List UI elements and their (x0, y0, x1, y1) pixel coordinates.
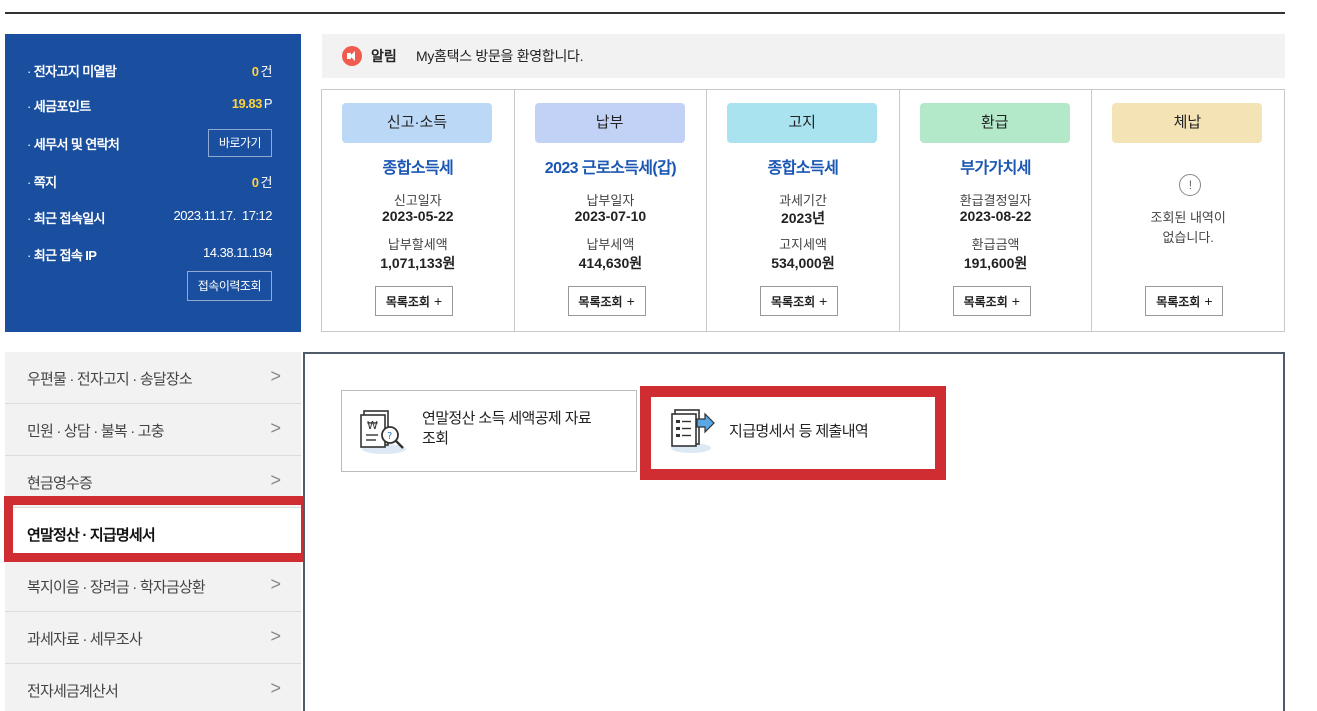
card-report: 신고·소득 종합소득세 신고일자 2023-05-22 납부할세액 1,071,… (322, 90, 515, 331)
info-memo-value: 0 (251, 175, 259, 190)
notice-title: 알림 (371, 48, 397, 64)
content-panel: ₩ ? 연말정산 소득 세액공제 자료 조회 지급명세서 등 제출내역 (303, 352, 1285, 711)
plus-icon: + (1204, 293, 1213, 309)
summary-cards: 신고·소득 종합소득세 신고일자 2023-05-22 납부할세액 1,071,… (321, 89, 1285, 332)
info-unread-label: 전자고지 미열람 (27, 61, 117, 80)
top-divider (5, 12, 1285, 14)
notice-text: My홈택스 방문을 환영합니다. (416, 48, 584, 64)
alert-icon: ! (1179, 174, 1202, 196)
menu-item-welfare[interactable]: 복지이음 · 장려금 · 학자금상환 > (5, 560, 301, 612)
svg-text:₩: ₩ (367, 419, 378, 432)
tile-payment-statement-history[interactable]: 지급명세서 등 제출내역 (657, 398, 937, 468)
document-send-icon (671, 409, 715, 453)
card-refund: 환급 부가가치세 환급결정일자 2023-08-22 환급금액 191,600원… (900, 90, 1093, 331)
menu-item-mail[interactable]: 우편물 · 전자고지 · 송달장소 > (5, 352, 301, 404)
card-tax-link[interactable]: 부가가치세 (900, 154, 1092, 178)
info-points-value: 19.83 (231, 96, 263, 111)
list-view-button[interactable]: 목록조회 + (567, 286, 646, 316)
chevron-right-icon: > (270, 366, 281, 386)
info-points-label: 세금포인트 (27, 96, 91, 115)
info-memo-label: 쪽지 (27, 172, 57, 191)
user-info-panel: 전자고지 미열람 0건 세금포인트 19.83P 세무서 및 연락처 바로가기 … (5, 34, 301, 332)
menu-item-cash-receipt[interactable]: 현금영수증 > (5, 456, 301, 508)
card-category: 체납 (1112, 103, 1263, 143)
info-last-ip-value: 14.38.11.194 (203, 245, 272, 260)
card-payment: 납부 2023 근로소득세(갑) 납부일자 2023-07-10 납부세액 41… (515, 90, 708, 331)
info-office-label: 세무서 및 연락처 (27, 134, 120, 153)
info-memo[interactable]: 쪽지 0건 (5, 168, 301, 192)
side-menu: 우편물 · 전자고지 · 송달장소 > 민원 · 상담 · 불복 · 고충 > … (5, 352, 301, 711)
chevron-right-icon: > (270, 626, 281, 646)
office-shortcut-button[interactable]: 바로가기 (207, 129, 272, 157)
info-last-login: 최근 접속일시 2023.11.17. 17:12 (5, 204, 301, 228)
chevron-right-icon: > (270, 470, 281, 490)
list-view-button[interactable]: 목록조회 + (1145, 286, 1224, 316)
menu-item-e-invoice[interactable]: 전자세금계산서 > (5, 664, 301, 711)
card-tax-link[interactable]: 종합소득세 (322, 154, 514, 178)
card-arrears: 체납 ! 조회된 내역이 없습니다. 목록조회 + (1092, 90, 1284, 331)
menu-item-civil[interactable]: 민원 · 상담 · 불복 · 고충 > (5, 404, 301, 456)
tile-label: 지급명세서 등 제출내역 (729, 423, 869, 440)
info-last-login-label: 최근 접속일시 (27, 208, 106, 227)
info-last-ip-label: 최근 접속 IP (27, 245, 97, 264)
card-category: 납부 (534, 103, 685, 143)
chevron-right-icon: > (270, 418, 281, 438)
menu-item-tax-data[interactable]: 과세자료 · 세무조사 > (5, 612, 301, 664)
plus-icon: + (626, 293, 635, 309)
info-last-login-value: 2023.11.17. 17:12 (173, 208, 273, 223)
card-notice: 고지 종합소득세 과세기간 2023년 고지세액 534,000원 목록조회 + (707, 90, 900, 331)
login-history-button[interactable]: 접속이력조회 (186, 271, 272, 301)
card-category: 환급 (919, 103, 1070, 143)
card-tax-link[interactable]: 종합소득세 (707, 154, 899, 178)
chevron-right-icon: > (270, 678, 281, 698)
tile-label: 연말정산 소득 세액공제 자료 조회 (422, 410, 592, 447)
megaphone-icon (342, 46, 362, 66)
tile-year-end-deduction[interactable]: ₩ ? 연말정산 소득 세액공제 자료 조회 (341, 390, 637, 472)
no-data-message: 조회된 내역이 없습니다. (1150, 210, 1226, 245)
info-last-ip: 최근 접속 IP 14.38.11.194 (5, 241, 301, 265)
plus-icon: + (819, 293, 828, 309)
notice-bar: 알림 My홈택스 방문을 환영합니다. (322, 34, 1285, 78)
info-points[interactable]: 세금포인트 19.83P (5, 92, 301, 116)
list-view-button[interactable]: 목록조회 + (952, 286, 1031, 316)
card-category: 신고·소득 (342, 103, 492, 143)
svg-text:?: ? (387, 431, 392, 442)
menu-item-year-end[interactable]: 연말정산 · 지급명세서 (5, 508, 301, 560)
receipt-search-icon: ₩ ? (360, 410, 406, 454)
info-unread[interactable]: 전자고지 미열람 0건 (5, 57, 301, 81)
card-category: 고지 (727, 103, 878, 143)
list-view-button[interactable]: 목록조회 + (375, 286, 453, 316)
info-unread-value: 0 (251, 64, 259, 79)
list-view-button[interactable]: 목록조회 + (760, 286, 839, 316)
chevron-right-icon: > (270, 574, 281, 594)
card-tax-link[interactable]: 2023 근로소득세(갑) (515, 154, 707, 178)
plus-icon: + (433, 293, 443, 309)
plus-icon: + (1011, 293, 1020, 309)
